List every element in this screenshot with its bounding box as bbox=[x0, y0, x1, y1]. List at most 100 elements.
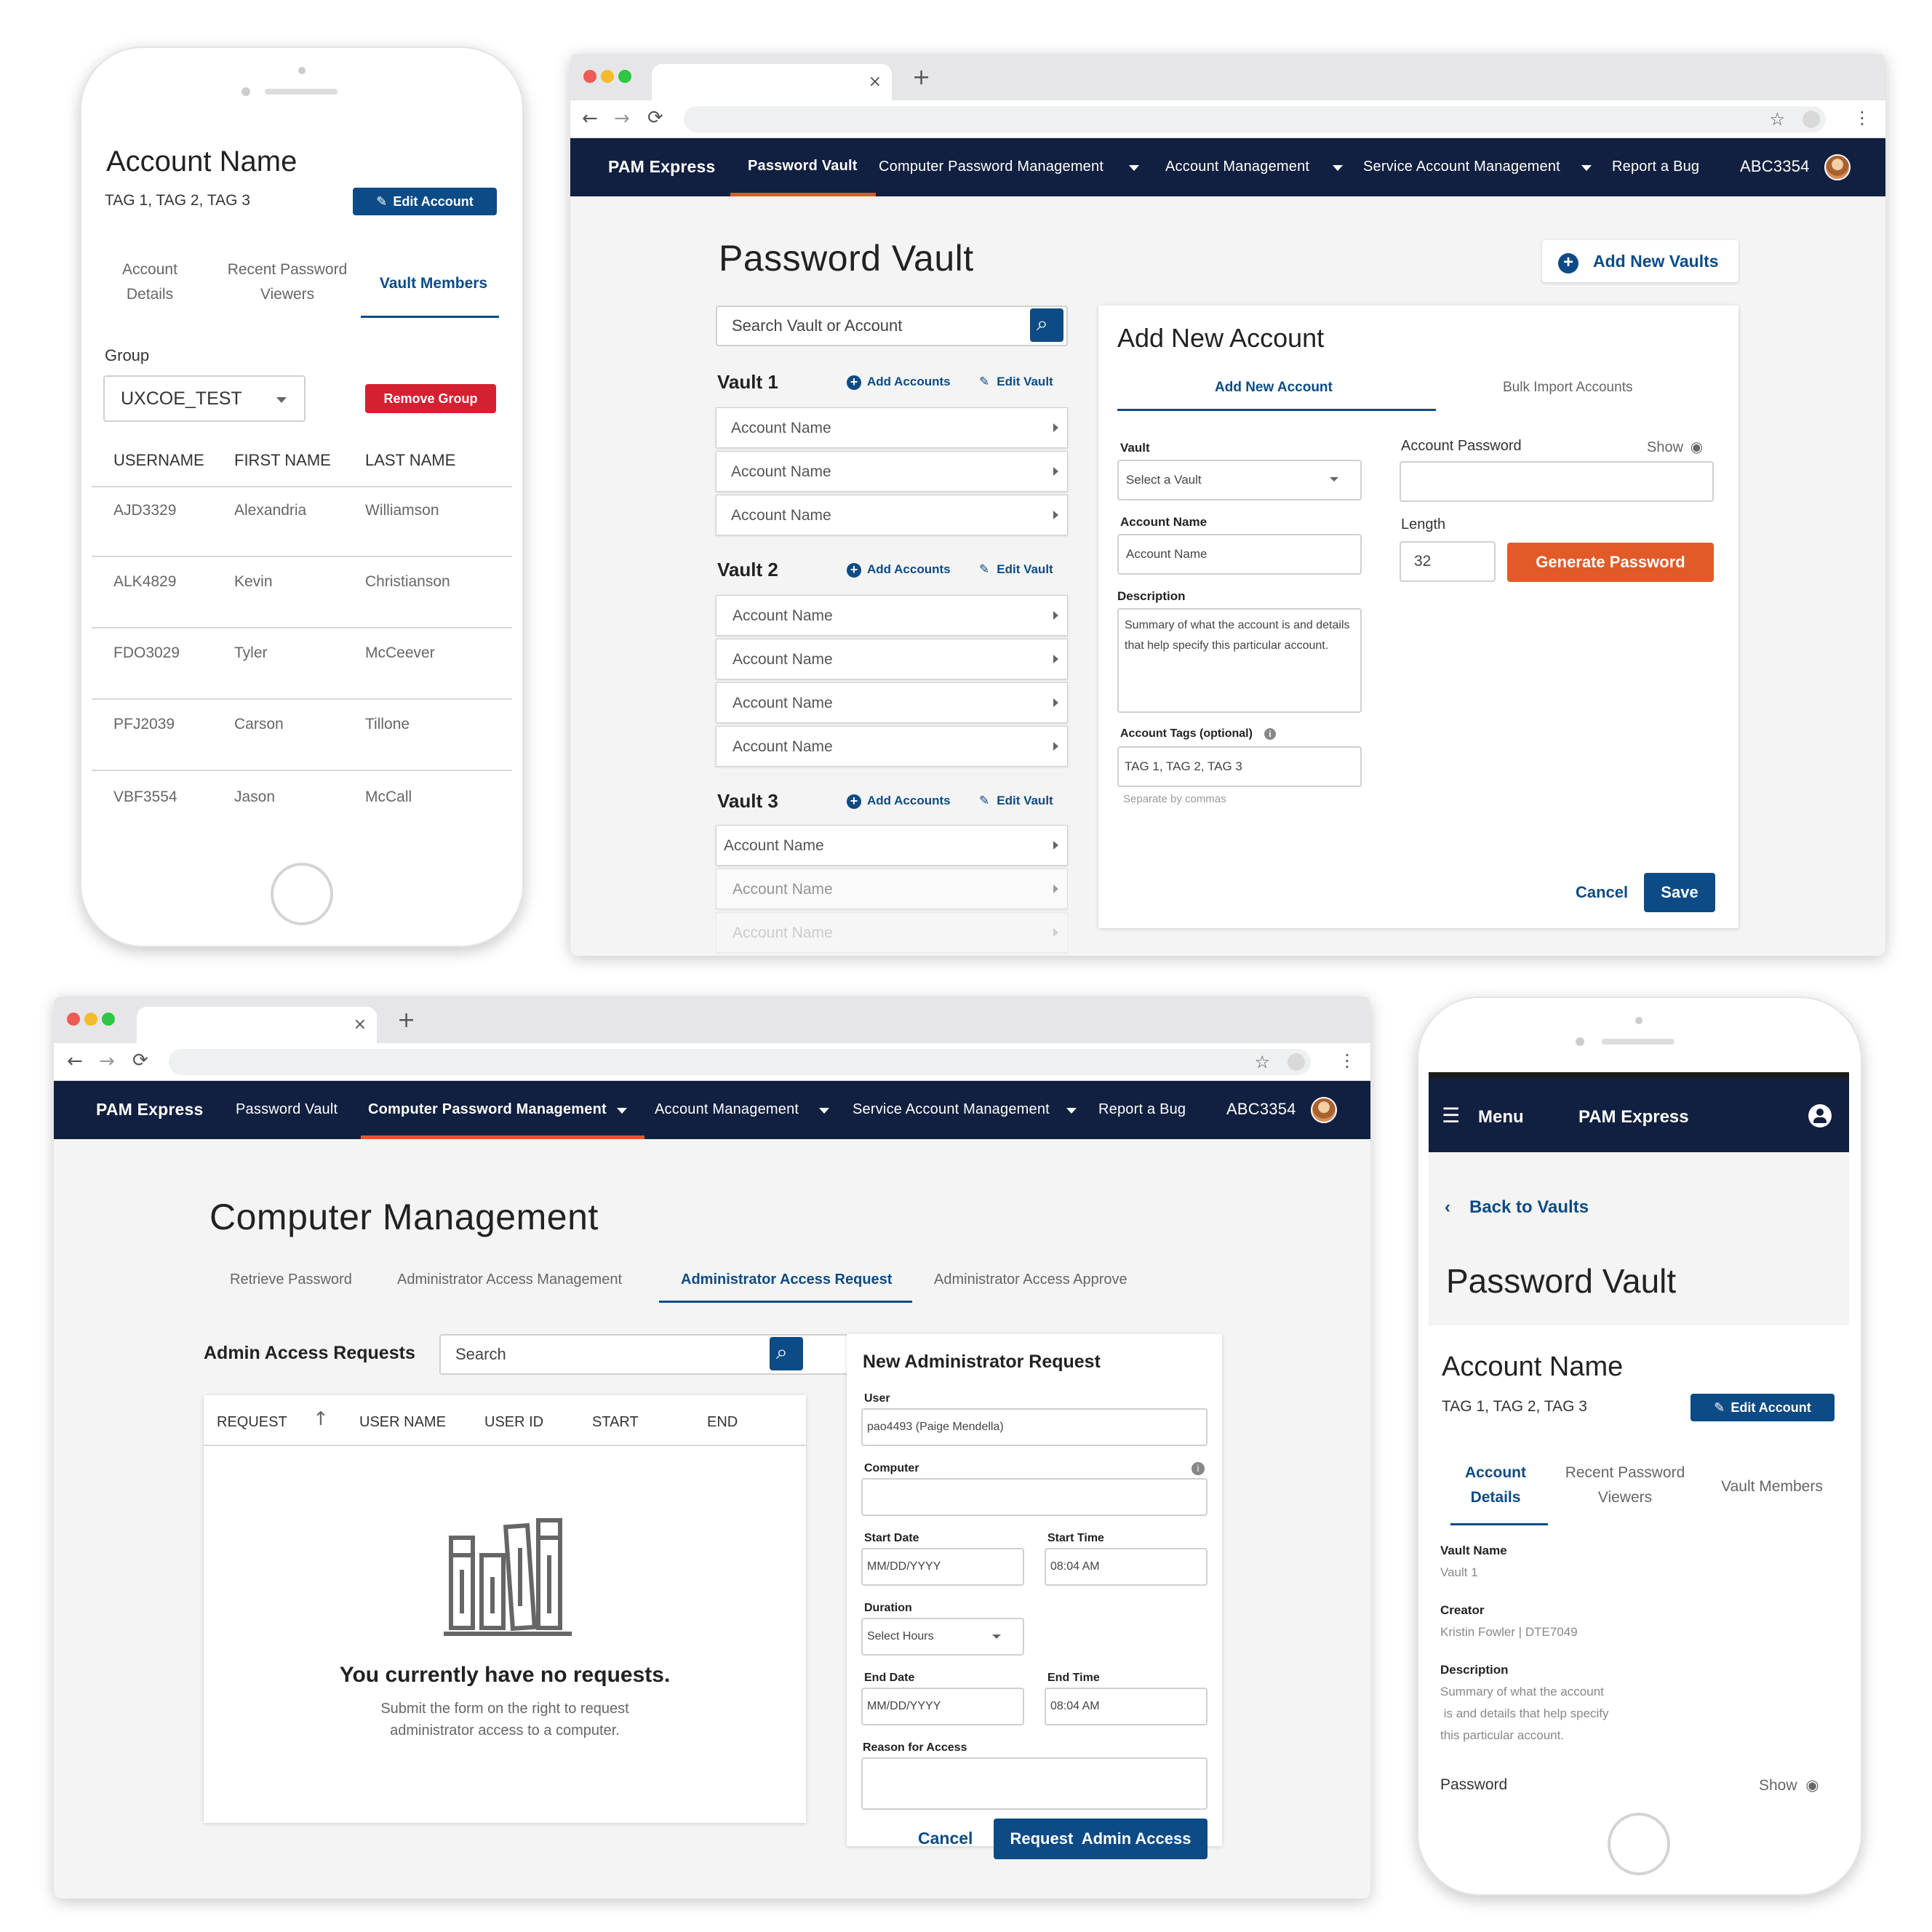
nav-user-id[interactable]: ABC3354 bbox=[1740, 157, 1810, 176]
col-start[interactable]: START bbox=[592, 1414, 639, 1431]
tab-admin-access-management[interactable]: Administrator Access Management bbox=[397, 1272, 622, 1288]
star-icon[interactable]: ☆ bbox=[1254, 1053, 1270, 1071]
reason-textarea[interactable] bbox=[861, 1757, 1208, 1810]
edit-vault-link[interactable]: ✎ Edit Vault bbox=[979, 375, 1053, 389]
tab-vault-members[interactable]: Vault Members bbox=[1699, 1478, 1845, 1496]
add-accounts-link[interactable]: + Add Accounts bbox=[847, 375, 951, 390]
nav-report-bug[interactable]: Report a Bug bbox=[1612, 159, 1699, 175]
avatar[interactable] bbox=[1824, 154, 1851, 180]
duration-select[interactable]: Select Hours bbox=[861, 1618, 1024, 1656]
address-bar[interactable]: ☆ bbox=[684, 106, 1826, 132]
hamburger-icon[interactable]: ☰ bbox=[1442, 1106, 1460, 1126]
end-date-input[interactable]: MM/DD/YYYY bbox=[861, 1688, 1024, 1725]
request-admin-access-button[interactable]: Request Admin Access bbox=[994, 1819, 1208, 1859]
add-new-vaults-button[interactable]: + Add New Vaults bbox=[1542, 240, 1739, 282]
tab-retrieve-password[interactable]: Retrieve Password bbox=[230, 1272, 352, 1288]
account-name-input[interactable]: Account Name bbox=[1117, 534, 1362, 575]
tab-recent-viewers[interactable]: Recent Password Viewers bbox=[1552, 1461, 1698, 1510]
account-password-input[interactable] bbox=[1400, 461, 1714, 502]
edit-account-button[interactable]: ✎ Edit Account bbox=[353, 188, 497, 215]
show-password-toggle[interactable]: Show ◉ bbox=[1647, 438, 1703, 456]
cancel-button[interactable]: Cancel bbox=[918, 1829, 973, 1848]
profile-icon[interactable] bbox=[1288, 1053, 1305, 1071]
list-item[interactable]: Account Name bbox=[716, 869, 1068, 909]
start-time-input[interactable]: 08:04 AM bbox=[1045, 1548, 1208, 1586]
close-window-dot[interactable] bbox=[67, 1013, 80, 1026]
tab-admin-access-request[interactable]: Administrator Access Request bbox=[681, 1272, 892, 1288]
remove-group-button[interactable]: Remove Group bbox=[365, 384, 496, 413]
nav-service-account-management[interactable]: Service Account Management bbox=[853, 1101, 1050, 1118]
search-button[interactable]: ⌕ bbox=[770, 1337, 803, 1370]
nav-service-account-management[interactable]: Service Account Management bbox=[1363, 159, 1560, 175]
list-item[interactable]: Account Name bbox=[716, 912, 1068, 953]
back-arrow-icon[interactable]: ← bbox=[582, 109, 598, 128]
nav-account-management[interactable]: Account Management bbox=[1165, 159, 1309, 175]
maximize-window-dot[interactable] bbox=[618, 70, 631, 83]
list-item[interactable]: Account Name bbox=[716, 682, 1068, 723]
list-item[interactable]: Account Name bbox=[716, 407, 1068, 448]
browser-tab[interactable]: × bbox=[652, 64, 892, 100]
list-item[interactable]: Account Name bbox=[716, 451, 1068, 492]
search-input[interactable]: Search Vault or Account bbox=[716, 306, 1068, 346]
info-icon[interactable]: i bbox=[1264, 727, 1276, 740]
tab-add-new-account[interactable]: Add New Account bbox=[1215, 380, 1333, 396]
minimize-window-dot[interactable] bbox=[84, 1013, 97, 1026]
tab-account-details[interactable]: Account Details bbox=[1445, 1461, 1546, 1510]
tab-bulk-import[interactable]: Bulk Import Accounts bbox=[1503, 380, 1632, 396]
menu-label[interactable]: Menu bbox=[1478, 1107, 1524, 1127]
list-item[interactable]: Account Name bbox=[716, 726, 1068, 767]
add-accounts-link[interactable]: + Add Accounts bbox=[847, 562, 951, 578]
list-item[interactable]: Account Name bbox=[716, 639, 1068, 679]
brand-logo[interactable]: PAM Express bbox=[96, 1100, 204, 1119]
tab-vault-members[interactable]: Vault Members bbox=[361, 275, 506, 292]
end-time-input[interactable]: 08:04 AM bbox=[1045, 1688, 1208, 1725]
nav-password-vault[interactable]: Password Vault bbox=[236, 1101, 338, 1118]
edit-vault-link[interactable]: ✎ Edit Vault bbox=[979, 794, 1053, 808]
nav-computer-password-management[interactable]: Computer Password Management bbox=[368, 1101, 607, 1118]
new-tab-icon[interactable]: + bbox=[912, 67, 930, 89]
add-accounts-link[interactable]: + Add Accounts bbox=[847, 794, 951, 809]
search-button[interactable]: ⌕ bbox=[1030, 308, 1063, 342]
nav-password-vault[interactable]: Password Vault bbox=[748, 158, 858, 175]
edit-vault-link[interactable]: ✎ Edit Vault bbox=[979, 562, 1053, 577]
avatar[interactable] bbox=[1311, 1097, 1337, 1123]
phone-home-button[interactable] bbox=[1608, 1813, 1670, 1875]
profile-icon[interactable] bbox=[1803, 111, 1820, 128]
new-tab-icon[interactable]: + bbox=[397, 1010, 415, 1031]
forward-arrow-icon[interactable]: → bbox=[614, 109, 630, 128]
forward-arrow-icon[interactable]: → bbox=[99, 1052, 115, 1071]
col-user-id[interactable]: USER ID bbox=[484, 1414, 543, 1431]
reload-icon[interactable]: ⟳ bbox=[647, 108, 663, 127]
description-textarea[interactable]: Summary of what the account is and detai… bbox=[1117, 608, 1362, 713]
vault-select[interactable]: Select a Vault bbox=[1117, 460, 1362, 500]
close-window-dot[interactable] bbox=[583, 70, 596, 83]
col-request[interactable]: REQUEST bbox=[217, 1414, 287, 1431]
sort-arrow-up-icon[interactable]: ↑ bbox=[313, 1410, 329, 1429]
back-arrow-icon[interactable]: ← bbox=[67, 1052, 83, 1071]
info-icon[interactable]: i bbox=[1191, 1462, 1205, 1475]
nav-computer-password-management[interactable]: Computer Password Management bbox=[879, 159, 1103, 175]
table-row[interactable]: FDO3029 Tyler McCeever bbox=[80, 628, 524, 700]
start-date-input[interactable]: MM/DD/YYYY bbox=[861, 1548, 1024, 1586]
list-item[interactable]: Account Name bbox=[716, 595, 1068, 636]
save-button[interactable]: Save bbox=[1644, 873, 1715, 912]
phone-home-button[interactable] bbox=[271, 863, 333, 925]
generate-password-button[interactable]: Generate Password bbox=[1507, 543, 1714, 582]
user-circle-icon[interactable] bbox=[1808, 1104, 1832, 1127]
close-tab-icon[interactable]: × bbox=[869, 74, 882, 90]
col-end[interactable]: END bbox=[707, 1414, 738, 1431]
mobile-brand[interactable]: PAM Express bbox=[1578, 1107, 1689, 1127]
table-row[interactable]: ALK4829 Kevin Christianson bbox=[80, 557, 524, 628]
group-select[interactable]: UXCOE_TEST bbox=[103, 375, 306, 422]
kebab-menu-icon[interactable]: ⋮ bbox=[1338, 1052, 1356, 1069]
nav-account-management[interactable]: Account Management bbox=[655, 1101, 799, 1118]
brand-logo[interactable]: PAM Express bbox=[608, 157, 716, 177]
table-row[interactable]: VBF3554 Jason McCall bbox=[80, 771, 524, 842]
nav-user-id[interactable]: ABC3354 bbox=[1226, 1100, 1296, 1119]
user-input[interactable]: pao4493 (Paige Mendella) bbox=[861, 1408, 1208, 1446]
maximize-window-dot[interactable] bbox=[102, 1013, 115, 1026]
back-to-vaults-link[interactable]: ‹ Back to Vaults bbox=[1445, 1197, 1589, 1218]
table-row[interactable]: PFJ2039 Carson Tillone bbox=[80, 700, 524, 771]
table-row[interactable]: AJD3329 Alexandria Williamson bbox=[80, 486, 524, 557]
address-bar[interactable]: ☆ bbox=[169, 1049, 1311, 1075]
